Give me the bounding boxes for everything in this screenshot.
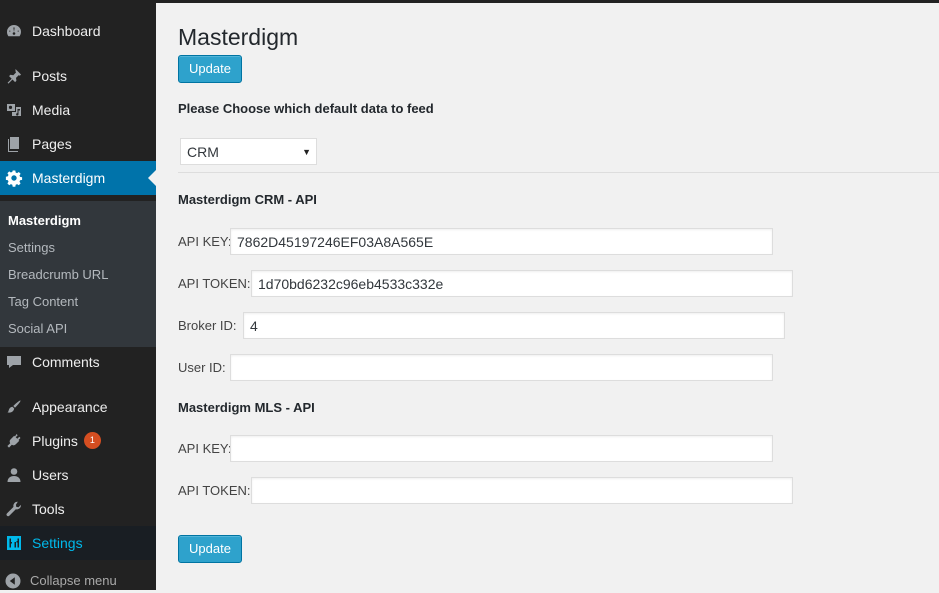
- crm-broker-id-input[interactable]: 4: [243, 312, 785, 339]
- crm-api-token-label: API TOKEN:: [178, 276, 251, 291]
- menu-plugins-label: Plugins 1: [32, 432, 101, 450]
- page-title: Masterdigm: [178, 24, 299, 50]
- menu-media[interactable]: Media: [0, 93, 156, 127]
- mls-api-key-input[interactable]: [230, 435, 773, 462]
- submenu-tag-content[interactable]: Tag Content: [8, 294, 78, 310]
- masterdigm-submenu: Masterdigm Settings Breadcrumb URL Tag C…: [0, 201, 156, 347]
- media-camera-music-icon: [5, 101, 23, 119]
- menu-posts[interactable]: Posts: [0, 59, 156, 93]
- menu-appearance[interactable]: Appearance: [0, 390, 156, 424]
- submenu-social-api[interactable]: Social API: [8, 321, 67, 337]
- plug-icon: [5, 432, 23, 450]
- update-button-bottom[interactable]: Update: [178, 535, 242, 563]
- menu-posts-label: Posts: [32, 68, 68, 84]
- settings-sliders-icon: [5, 534, 23, 552]
- mls-api-token-label: API TOKEN:: [178, 483, 251, 498]
- crm-api-token-input[interactable]: 1d70bd6232c96eb4533c332e: [251, 270, 793, 297]
- dashboard-gauge-icon: [5, 22, 23, 40]
- pushpin-icon: [5, 67, 23, 85]
- menu-masterdigm-label: Masterdigm: [32, 170, 106, 186]
- update-button-top[interactable]: Update: [178, 55, 242, 83]
- crm-api-key-input[interactable]: 7862D45197246EF03A8A565E: [230, 228, 773, 255]
- dropdown-arrow-icon: ▼: [302, 147, 311, 157]
- pages-icon: [5, 135, 23, 153]
- menu-masterdigm[interactable]: Masterdigm: [0, 161, 156, 195]
- menu-users-label: Users: [32, 467, 69, 483]
- menu-pages-label: Pages: [32, 136, 72, 152]
- crm-broker-id-value: 4: [250, 318, 258, 334]
- menu-tools-label: Tools: [32, 501, 65, 517]
- section-divider: [178, 172, 939, 173]
- admin-sidebar: Dashboard Posts Media Pages Masterdigm M…: [0, 3, 156, 590]
- crm-user-id-input[interactable]: [230, 354, 773, 381]
- menu-settings[interactable]: Settings: [0, 526, 156, 560]
- crm-broker-id-label: Broker ID:: [178, 318, 237, 333]
- paintbrush-icon: [5, 398, 23, 416]
- plugins-update-badge: 1: [83, 432, 101, 449]
- menu-settings-label: Settings: [32, 535, 83, 551]
- user-icon: [5, 466, 23, 484]
- feed-choice-label: Please Choose which default data to feed: [178, 101, 434, 116]
- wrench-icon: [5, 500, 23, 518]
- menu-comments-label: Comments: [32, 354, 100, 370]
- gear-icon: [5, 169, 23, 187]
- mls-api-key-label: API KEY:: [178, 441, 232, 456]
- submenu-masterdigm[interactable]: Masterdigm: [8, 213, 81, 229]
- main-content: Masterdigm Update Please Choose which de…: [156, 3, 939, 590]
- menu-appearance-label: Appearance: [32, 399, 108, 415]
- crm-api-key-label: API KEY:: [178, 234, 232, 249]
- menu-users[interactable]: Users: [0, 458, 156, 492]
- submenu-settings[interactable]: Settings: [8, 240, 55, 256]
- menu-plugins-text: Plugins: [32, 433, 78, 449]
- menu-tools[interactable]: Tools: [0, 492, 156, 526]
- menu-dashboard[interactable]: Dashboard: [0, 14, 156, 48]
- collapse-menu-label: Collapse menu: [30, 573, 117, 588]
- menu-media-label: Media: [32, 102, 71, 118]
- default-data-select[interactable]: CRM ▼: [180, 138, 317, 165]
- menu-comments[interactable]: Comments: [0, 345, 156, 379]
- menu-plugins[interactable]: Plugins 1: [0, 424, 156, 458]
- mls-api-token-input[interactable]: [251, 477, 793, 504]
- menu-dashboard-label: Dashboard: [32, 23, 101, 39]
- submenu-breadcrumb-url[interactable]: Breadcrumb URL: [8, 267, 108, 283]
- collapse-arrow-icon: [5, 573, 21, 589]
- menu-pages[interactable]: Pages: [0, 127, 156, 161]
- default-data-select-value: CRM: [187, 144, 219, 160]
- crm-api-key-value: 7862D45197246EF03A8A565E: [237, 234, 434, 250]
- mls-api-heading: Masterdigm MLS - API: [178, 400, 315, 415]
- collapse-menu-button[interactable]: Collapse menu: [0, 569, 156, 593]
- crm-api-token-value: 1d70bd6232c96eb4533c332e: [258, 276, 444, 292]
- crm-user-id-label: User ID:: [178, 360, 226, 375]
- comment-bubble-icon: [5, 353, 23, 371]
- crm-api-heading: Masterdigm CRM - API: [178, 192, 317, 207]
